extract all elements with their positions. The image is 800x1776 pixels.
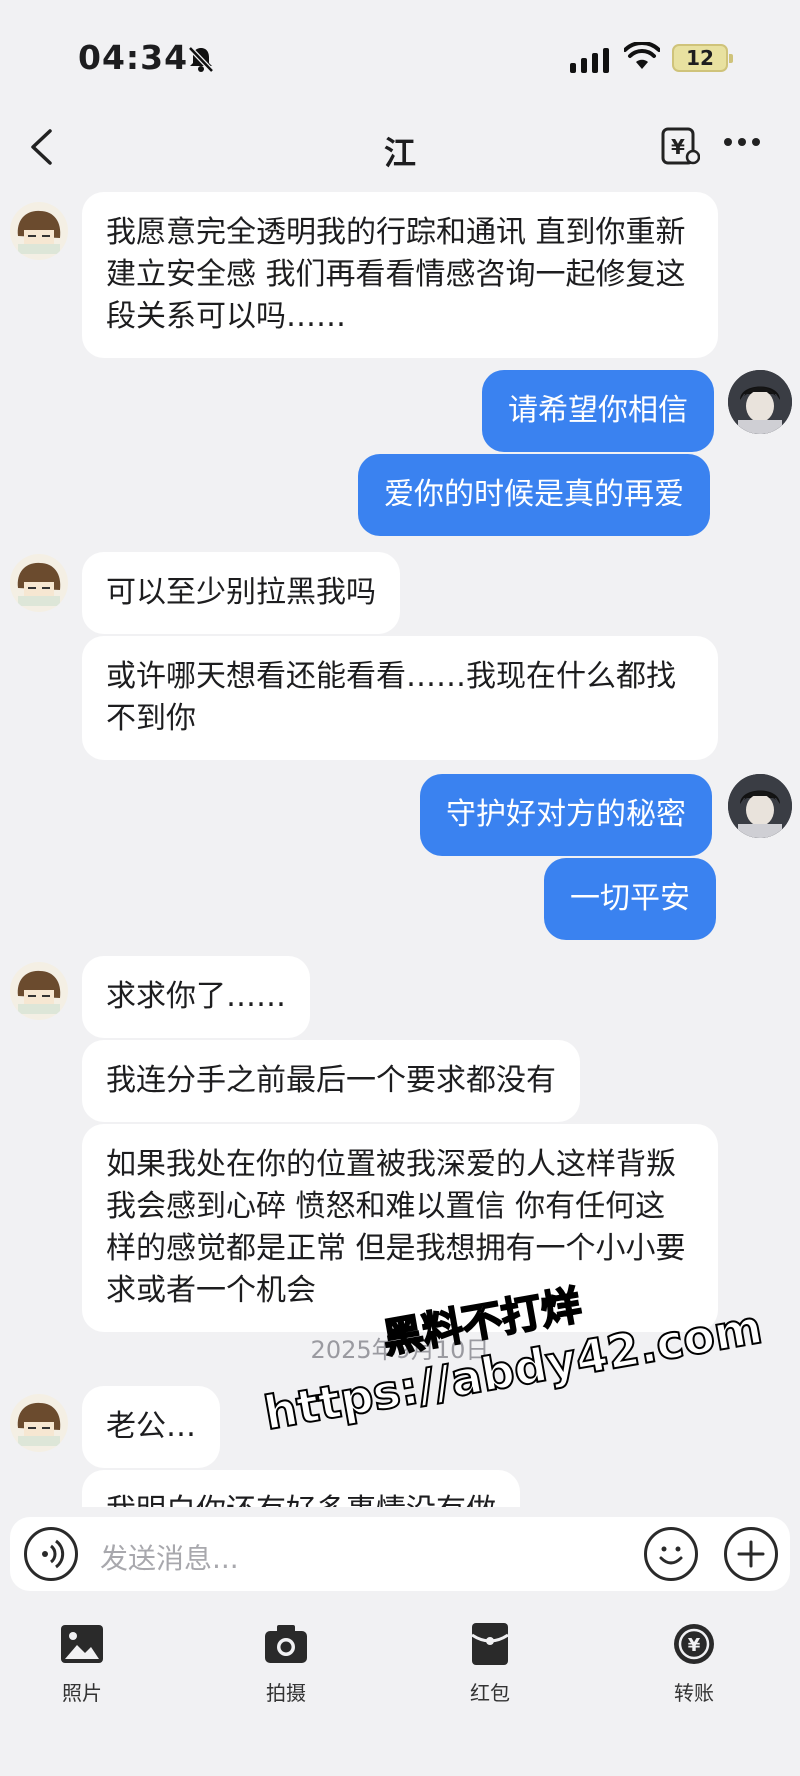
add-attachment-icon[interactable] <box>724 1527 778 1581</box>
more-options-icon[interactable] <box>724 138 764 150</box>
message-input-container: 发送消息... <box>10 1517 790 1591</box>
message-input[interactable]: 发送消息... <box>100 1537 239 1577</box>
message-incoming[interactable]: 老公… <box>82 1386 220 1468</box>
contact-avatar-image <box>17 970 61 1014</box>
date-separator: 2025年9月10日 <box>310 1336 490 1364</box>
user-avatar-image <box>728 774 792 838</box>
photo-icon <box>61 1625 103 1663</box>
chat-header: 江 ¥ <box>0 118 800 180</box>
transfer-icon: ¥ <box>674 1624 714 1664</box>
camera-button[interactable]: 拍摄 <box>236 1621 336 1706</box>
contact-avatar-image <box>17 562 61 606</box>
message-outgoing[interactable]: 一切平安 <box>544 858 716 940</box>
camera-label: 拍摄 <box>266 1681 306 1705</box>
bell-muted-icon <box>188 46 214 73</box>
message-incoming[interactable]: 我连分手之前最后一个要求都没有 <box>82 1040 580 1122</box>
message-outgoing[interactable]: 请希望你相信 <box>482 370 714 452</box>
voice-input-icon[interactable] <box>24 1527 78 1581</box>
message-outgoing[interactable]: 守护好对方的秘密 <box>420 774 712 856</box>
camera-icon <box>265 1625 307 1663</box>
status-time: 04:34 <box>78 38 189 77</box>
contact-avatar-image <box>17 1402 61 1446</box>
message-incoming[interactable]: 可以至少别拉黑我吗 <box>82 552 400 634</box>
message-incoming[interactable]: 如果我处在你的位置被我深爱的人这样背叛 我会感到心碎 愤怒和难以置信 你有任何这… <box>82 1124 718 1332</box>
svg-text:¥: ¥ <box>671 135 685 159</box>
contact-avatar[interactable] <box>10 962 68 1020</box>
battery-indicator: 12 <box>672 44 733 72</box>
attachment-toolbar: 照片 拍摄 红包 ¥ 转账 <box>0 1607 800 1776</box>
contact-avatar[interactable] <box>10 554 68 612</box>
message-incoming[interactable]: 我明白你还有好多事情没有做 <box>82 1470 520 1507</box>
transfer-currency-icon[interactable]: ¥ <box>660 126 700 166</box>
contact-avatar[interactable] <box>10 202 68 260</box>
wifi-icon <box>624 42 660 69</box>
message-incoming[interactable]: 或许哪天想看还能看看……我现在什么都找不到你 <box>82 636 718 760</box>
message-composer: 发送消息... <box>0 1507 800 1607</box>
red-packet-button[interactable]: 红包 <box>440 1621 540 1706</box>
transfer-label: 转账 <box>674 1681 714 1705</box>
svg-text:¥: ¥ <box>688 1635 701 1656</box>
photo-button[interactable]: 照片 <box>32 1621 132 1706</box>
red-packet-icon <box>471 1623 509 1665</box>
message-incoming[interactable]: 我愿意完全透明我的行踪和通讯 直到你重新建立安全感 我们再看看情感咨询一起修复这… <box>82 192 718 358</box>
message-incoming[interactable]: 求求你了…… <box>82 956 310 1038</box>
message-outgoing[interactable]: 爱你的时候是真的再爱 <box>358 454 710 536</box>
red-packet-label: 红包 <box>470 1681 510 1705</box>
user-avatar-image <box>728 370 792 434</box>
photo-label: 照片 <box>62 1681 102 1705</box>
contact-avatar-image <box>17 210 61 254</box>
transfer-button[interactable]: ¥ 转账 <box>644 1621 744 1706</box>
user-avatar[interactable] <box>728 774 792 838</box>
emoji-icon[interactable] <box>644 1527 698 1581</box>
cellular-signal-icon <box>570 48 609 73</box>
user-avatar[interactable] <box>728 370 792 434</box>
status-bar: 04:34 12 <box>0 0 800 118</box>
contact-avatar[interactable] <box>10 1394 68 1452</box>
chat-messages[interactable]: 我愿意完全透明我的行踪和通讯 直到你重新建立安全感 我们再看看情感咨询一起修复这… <box>0 180 800 1507</box>
